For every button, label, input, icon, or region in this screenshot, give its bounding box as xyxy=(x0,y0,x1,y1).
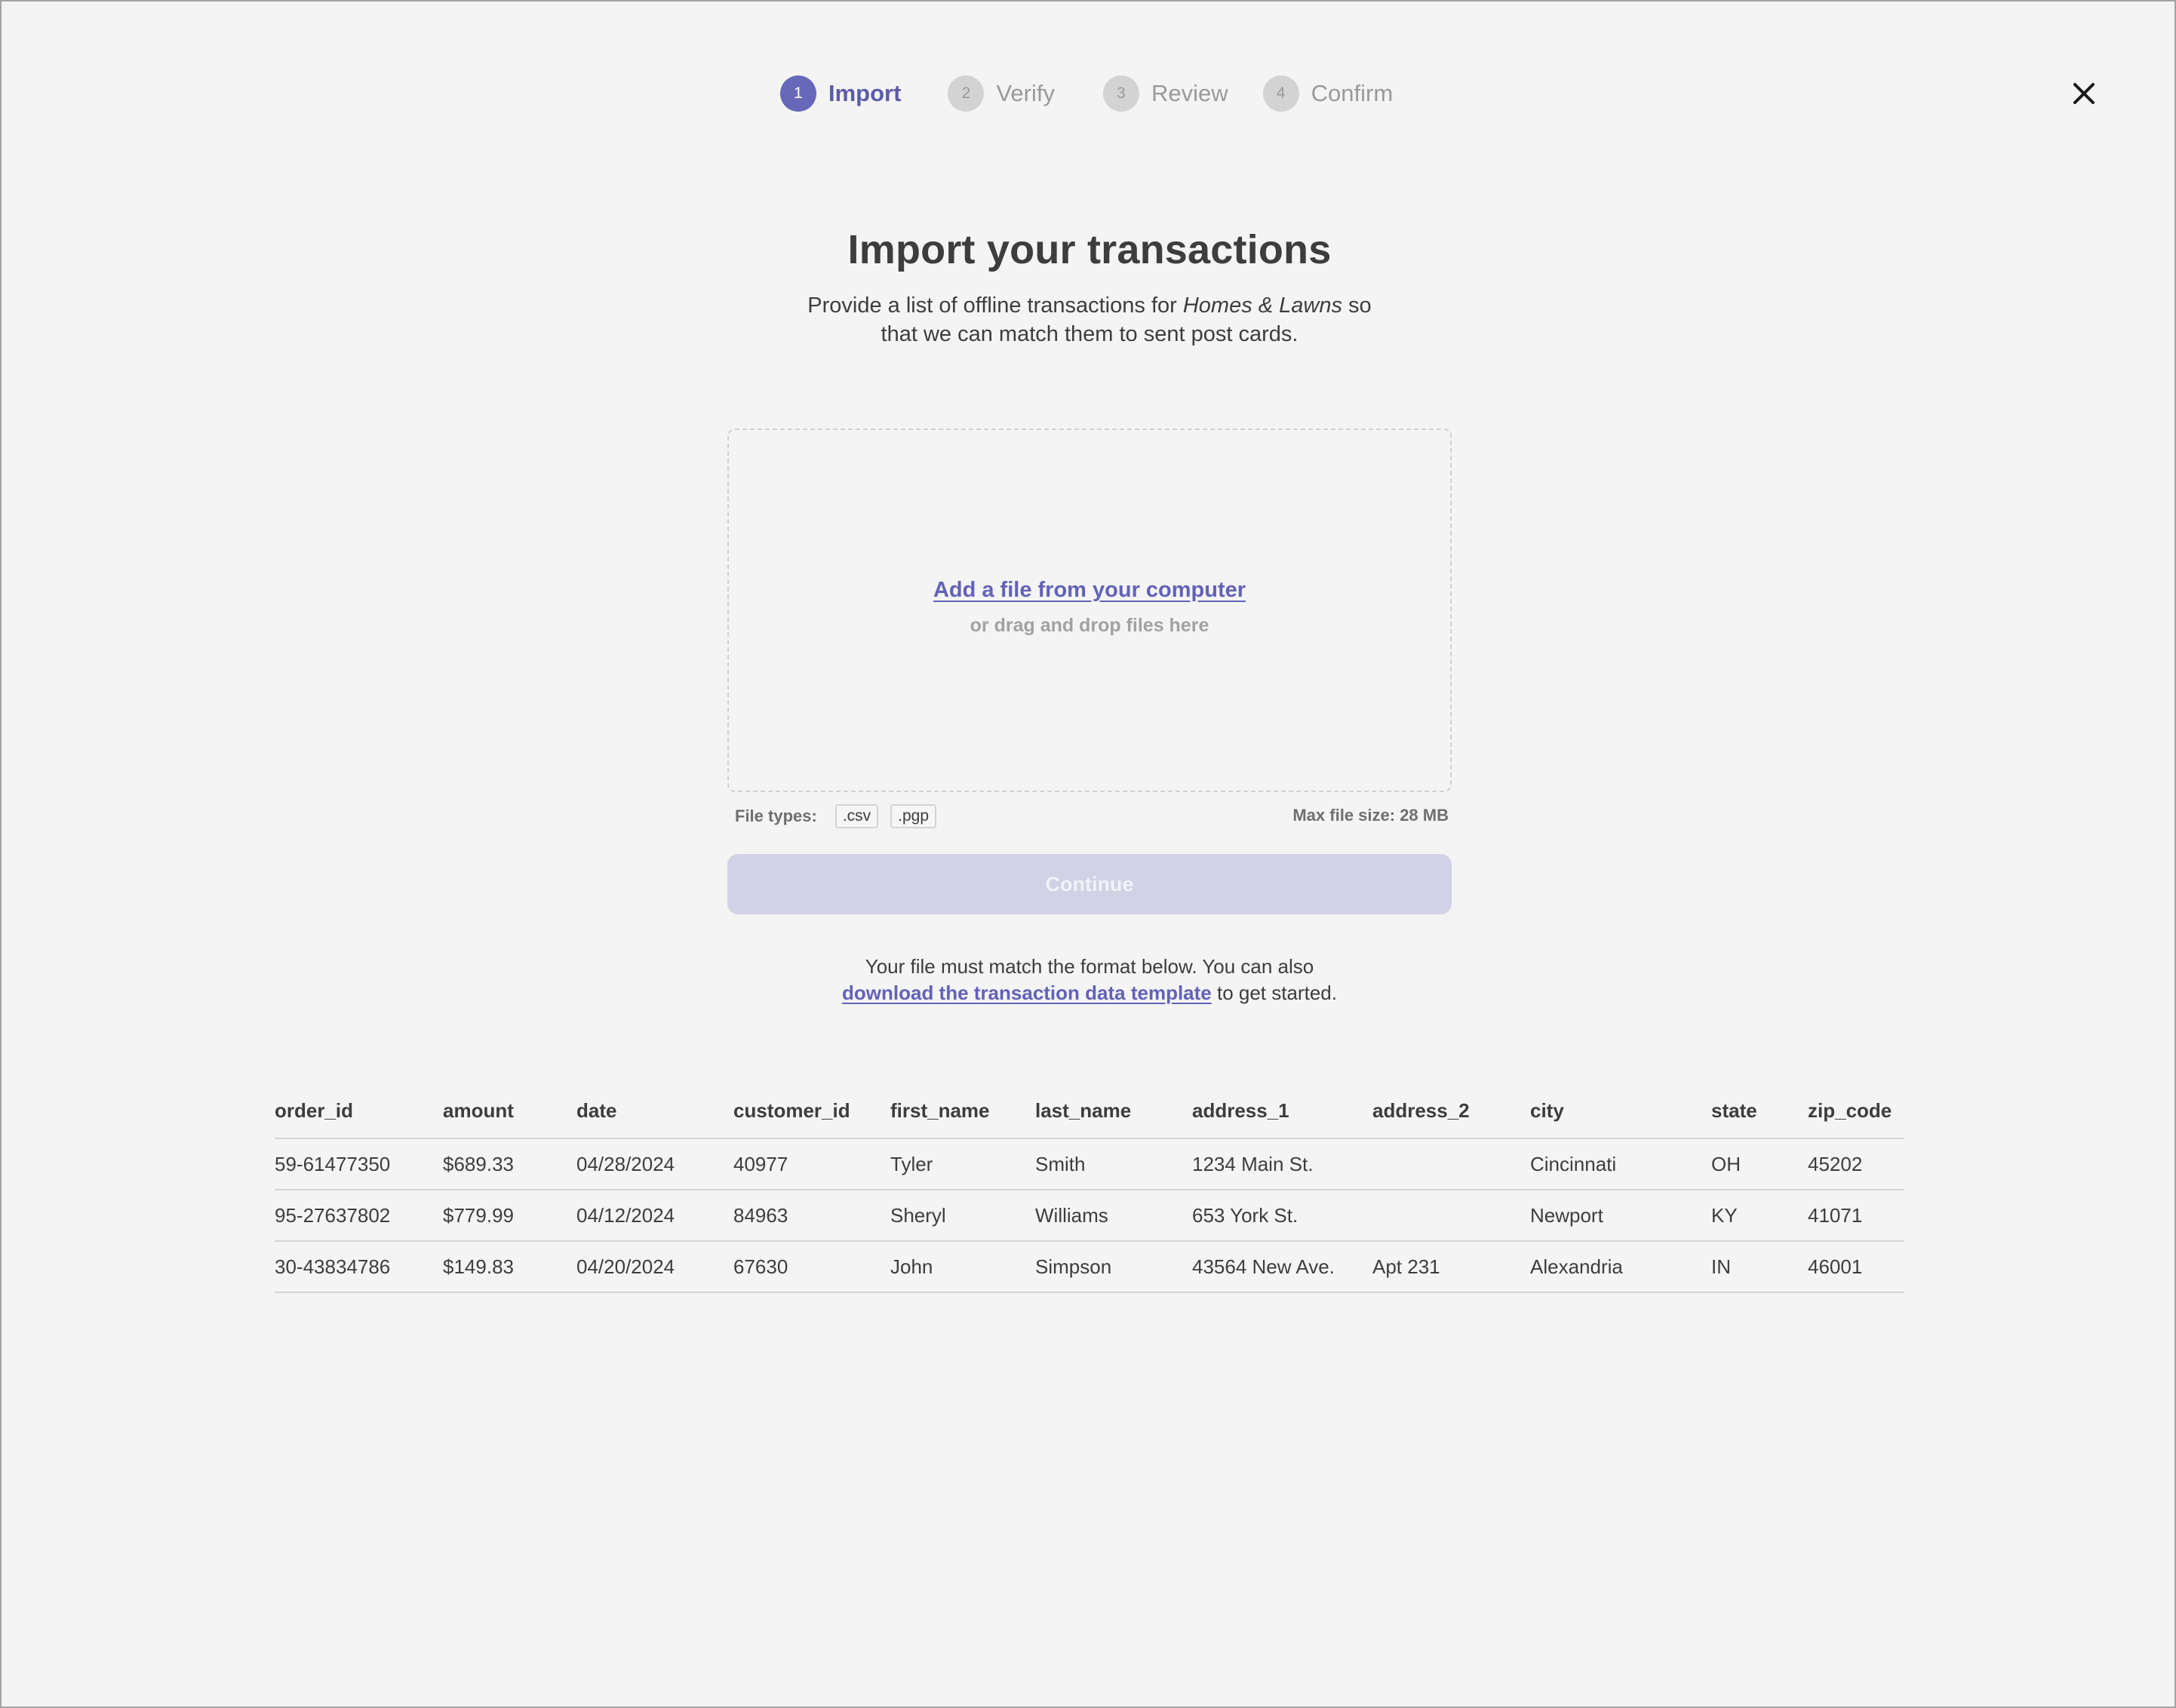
brand-name: Homes & Lawns xyxy=(1182,293,1342,318)
table-cell: Cincinnati xyxy=(1530,1152,1617,1175)
continue-button[interactable]: Continue xyxy=(727,854,1452,914)
table-cell: Smith xyxy=(1035,1152,1086,1175)
step-label: Review xyxy=(1151,80,1228,106)
table-row: 59-61477350 $689.33 04/28/2024 40977 Tyl… xyxy=(275,1139,1904,1190)
step-label: Confirm xyxy=(1311,80,1394,106)
column-header: customer_id xyxy=(733,1098,850,1122)
format-note: Your file must match the format below. Y… xyxy=(2,954,2176,1006)
format-note-line-1: Your file must match the format below. Y… xyxy=(865,955,1314,978)
step-verify[interactable]: 2 Verify xyxy=(948,75,1055,112)
column-header: order_id xyxy=(275,1098,354,1122)
file-types-label: File types: xyxy=(735,806,817,825)
table-cell: OH xyxy=(1711,1152,1741,1175)
subtitle-text: Provide a list of offline transactions f… xyxy=(807,293,1183,318)
step-import[interactable]: 1 Import xyxy=(780,75,901,112)
table-cell: 40977 xyxy=(733,1152,788,1175)
subtitle-line-1: Provide a list of offline transactions f… xyxy=(2,291,2176,320)
subtitle-line-2: that we can match them to sent post card… xyxy=(881,322,1299,346)
column-header: last_name xyxy=(1035,1098,1132,1122)
table-cell: 46001 xyxy=(1808,1255,1863,1278)
wizard-stepper: 1 Import 2 Verify 3 Review 4 Confirm xyxy=(780,75,1393,112)
column-header: zip_code xyxy=(1808,1098,1892,1122)
table-cell: 30-43834786 xyxy=(275,1255,391,1278)
format-note-text: to get started. xyxy=(1211,981,1337,1004)
step-confirm[interactable]: 4 Confirm xyxy=(1262,75,1394,112)
table-cell: 95-27637802 xyxy=(275,1203,391,1227)
close-button[interactable] xyxy=(2070,80,2098,107)
column-header: date xyxy=(576,1098,617,1122)
step-review[interactable]: 3 Review xyxy=(1102,75,1228,112)
file-type-badge: .pgp xyxy=(890,804,937,828)
step-number: 1 xyxy=(780,75,816,112)
column-header: state xyxy=(1711,1098,1757,1122)
import-wizard-window: 1 Import 2 Verify 3 Review 4 Confirm Imp… xyxy=(0,0,2176,1708)
close-icon xyxy=(2073,83,2095,104)
table-cell: KY xyxy=(1711,1203,1738,1227)
table-cell: Simpson xyxy=(1035,1255,1112,1278)
column-header: first_name xyxy=(890,1098,990,1122)
table-cell: 43564 New Ave. xyxy=(1192,1255,1335,1278)
column-header: city xyxy=(1530,1098,1564,1122)
table-cell: Sheryl xyxy=(890,1203,946,1227)
page-title: Import your transactions xyxy=(847,227,1332,272)
page-subtitle: Provide a list of offline transactions f… xyxy=(2,291,2176,349)
table-cell: 84963 xyxy=(733,1203,788,1227)
table-header-row: order_id amount date customer_id first_n… xyxy=(275,1083,1904,1139)
table-cell: 1234 Main St. xyxy=(1192,1152,1314,1175)
download-template-link[interactable]: download the transaction data template xyxy=(842,981,1212,1004)
step-number: 4 xyxy=(1262,75,1299,112)
table-cell: 04/12/2024 xyxy=(576,1203,675,1227)
file-dropzone[interactable]: Add a file from your computer or drag an… xyxy=(727,429,1452,792)
table-row: 95-27637802 $779.99 04/12/2024 84963 She… xyxy=(275,1190,1904,1242)
column-header: amount xyxy=(443,1098,514,1122)
format-note-line-2: download the transaction data template t… xyxy=(2,980,2176,1006)
table-row: 30-43834786 $149.83 04/20/2024 67630 Joh… xyxy=(275,1242,1904,1293)
table-cell: 04/20/2024 xyxy=(576,1255,675,1278)
table-cell: 04/28/2024 xyxy=(576,1152,675,1175)
add-file-link[interactable]: Add a file from your computer xyxy=(933,578,1246,602)
table-cell: 59-61477350 xyxy=(275,1152,391,1175)
table-cell: 45202 xyxy=(1808,1152,1863,1175)
table-cell: 41071 xyxy=(1808,1203,1863,1227)
table-cell: $689.33 xyxy=(443,1152,514,1175)
table-cell: Tyler xyxy=(890,1152,933,1175)
column-header: address_1 xyxy=(1192,1098,1289,1122)
sample-format-table: order_id amount date customer_id first_n… xyxy=(275,1083,1904,1293)
table-cell: 67630 xyxy=(733,1255,788,1278)
table-cell: 653 York St. xyxy=(1192,1203,1299,1227)
subtitle-text: so xyxy=(1342,293,1372,318)
table-cell: Williams xyxy=(1035,1203,1108,1227)
add-file-link-row: Add a file from your computer xyxy=(729,578,1450,603)
step-number: 3 xyxy=(1102,75,1139,112)
table-cell: IN xyxy=(1711,1255,1731,1278)
max-file-size: Max file size: 28 MB xyxy=(1292,806,1449,825)
table-cell: Newport xyxy=(1530,1203,1603,1227)
step-number: 2 xyxy=(948,75,985,112)
table-cell: John xyxy=(890,1255,933,1278)
table-cell: $149.83 xyxy=(443,1255,514,1278)
drag-drop-hint: or drag and drop files here xyxy=(970,615,1209,636)
table-cell: Apt 231 xyxy=(1372,1255,1440,1278)
file-type-badge: .csv xyxy=(834,804,879,828)
step-label: Verify xyxy=(996,80,1055,106)
table-cell: $779.99 xyxy=(443,1203,514,1227)
step-label: Import xyxy=(828,80,902,106)
file-types: File types: .csv .pgp xyxy=(735,803,948,830)
column-header: address_2 xyxy=(1372,1098,1470,1122)
table-cell: Alexandria xyxy=(1530,1255,1623,1278)
